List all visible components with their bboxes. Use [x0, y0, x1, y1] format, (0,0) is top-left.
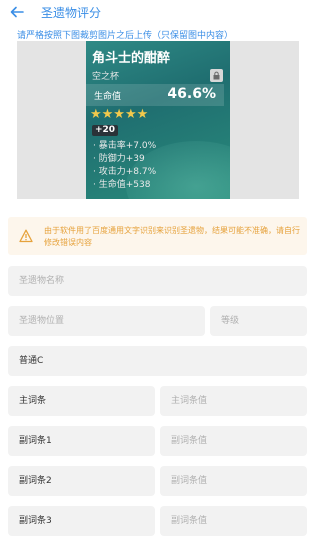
main-stat-value: 46.6%	[167, 86, 216, 102]
substat-2-value-input[interactable]: 副词条值	[160, 466, 307, 496]
substat-list: · 暴击率+7.0% · 防御力+39 · 攻击力+8.7% · 生命值+538	[93, 140, 156, 192]
warning-notice: 由于软件用了百度通用文字识别来识别圣遗物，结果可能不准确，请自行修改错误内容	[8, 217, 307, 255]
artifact-name-input[interactable]: 圣遗物名称	[8, 266, 307, 296]
artifact-position-input[interactable]: 圣遗物位置	[8, 306, 205, 336]
artifact-name-placeholder: 圣遗物名称	[19, 276, 65, 286]
substat-3-label: 副词条3	[19, 516, 52, 526]
substat-1-select[interactable]: 副词条1	[8, 426, 155, 456]
substat-item: · 攻击力+8.7%	[93, 167, 157, 177]
main-stat-value-placeholder: 主词条值	[171, 396, 208, 406]
lock-icon	[210, 69, 223, 82]
main-stat-label: 生命值	[94, 92, 122, 102]
main-stat-field-label: 主词条	[19, 396, 47, 406]
substat-item: · 生命值+538	[93, 180, 151, 190]
quality-select[interactable]: 普通C	[8, 346, 307, 376]
artifact-name: 角斗士的酣醉	[92, 51, 171, 66]
substat-3-value-input[interactable]: 副词条值	[160, 506, 307, 536]
preview-right-margin	[230, 41, 299, 199]
warning-icon	[19, 229, 33, 243]
substat-3-select[interactable]: 副词条3	[8, 506, 155, 536]
quality-value: 普通C	[19, 356, 44, 366]
warning-text: 由于软件用了百度通用文字识别来识别圣遗物，结果可能不准确，请自行修改错误内容	[44, 226, 300, 247]
main-stat-value-input[interactable]: 主词条值	[160, 386, 307, 416]
artifact-level: +20	[92, 125, 119, 136]
main-stat-row: 生命值 46.6%	[86, 84, 224, 106]
artifact-image-preview[interactable]: 角斗士的酣醉 空之杯 生命值 46.6% ★★★★★ +20 · 暴击率+7.0…	[17, 41, 299, 199]
substat-item: · 暴击率+7.0%	[93, 141, 157, 151]
level-placeholder: 等级	[221, 316, 240, 326]
substat-1-value-placeholder: 副词条值	[171, 436, 208, 446]
main-stat-select[interactable]: 主词条	[8, 386, 155, 416]
upload-hint: 请严格按照下图裁剪图片之后上传（只保留图中内容）	[17, 31, 234, 41]
substat-3-value-placeholder: 副词条值	[171, 516, 208, 526]
substat-2-value-placeholder: 副词条值	[171, 476, 208, 486]
substat-2-select[interactable]: 副词条2	[8, 466, 155, 496]
substat-1-label: 副词条1	[19, 436, 52, 446]
arrow-left-icon[interactable]	[8, 3, 26, 21]
preview-left-margin	[17, 41, 86, 199]
artifact-type: 空之杯	[92, 72, 120, 82]
app-header: 圣遗物评分	[0, 0, 313, 26]
page-title: 圣遗物评分	[41, 6, 102, 20]
star-rating: ★★★★★	[90, 107, 149, 122]
substat-2-label: 副词条2	[19, 476, 52, 486]
artifact-card: 角斗士的酣醉 空之杯 生命值 46.6% ★★★★★ +20 · 暴击率+7.0…	[86, 41, 230, 199]
substat-item: · 防御力+39	[93, 154, 145, 164]
artifact-position-placeholder: 圣遗物位置	[19, 316, 65, 326]
level-input[interactable]: 等级	[210, 306, 307, 336]
substat-1-value-input[interactable]: 副词条值	[160, 426, 307, 456]
